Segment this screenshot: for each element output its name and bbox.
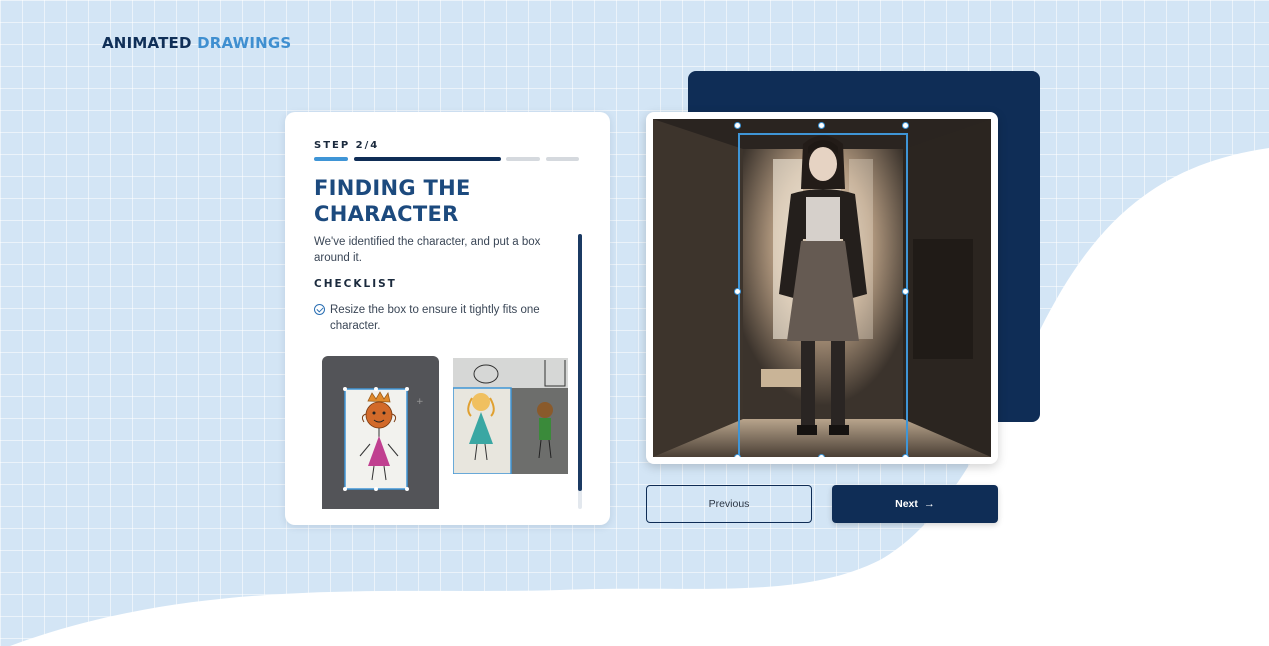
progress-segment-1 (314, 157, 348, 161)
brand-logo-part2: DRAWINGS (197, 34, 292, 52)
previous-button[interactable]: Previous (646, 485, 812, 523)
brand-logo[interactable]: ANIMATED DRAWINGS (102, 34, 291, 52)
resize-handle-top-left[interactable] (734, 122, 741, 129)
step-progress-bar (314, 157, 579, 161)
scrollbar-thumb[interactable] (578, 234, 582, 491)
checklist-item: Resize the box to ensure it tightly fits… (314, 302, 554, 334)
image-frame (646, 112, 998, 464)
next-button-label: Next (895, 498, 918, 510)
resize-handle-bottom[interactable] (818, 454, 825, 457)
checklist-item-text: Resize the box to ensure it tightly fits… (330, 304, 540, 332)
progress-segment-3 (506, 157, 540, 161)
check-circle-icon (314, 304, 325, 315)
progress-segment-4 (546, 157, 579, 161)
example-image-crowned-figure: + (322, 356, 439, 509)
resize-handle-bottom-left[interactable] (734, 454, 741, 457)
resize-handle-left[interactable] (734, 288, 741, 295)
character-bounding-box[interactable] (738, 133, 908, 457)
svg-text:+: + (416, 397, 424, 407)
previous-button-label: Previous (708, 498, 750, 510)
resize-handle-top[interactable] (818, 122, 825, 129)
arrow-right-icon: → (923, 498, 935, 510)
brand-logo-part1: ANIMATED (102, 34, 192, 52)
resize-handle-top-right[interactable] (902, 122, 909, 129)
step-panel: STEP 2/4 FINDING THE CHARACTER We've ide… (285, 112, 610, 525)
page-title: FINDING THE CHARACTER (314, 176, 471, 226)
character-image (653, 119, 991, 457)
step-label: STEP 2/4 (314, 140, 380, 151)
next-button[interactable]: Next → (832, 485, 998, 523)
step-description: We've identified the character, and put … (314, 236, 541, 264)
step-content-scroll[interactable]: We've identified the character, and put … (314, 234, 586, 509)
example-image-multiple-characters (453, 358, 568, 474)
resize-handle-right[interactable] (902, 288, 909, 295)
resize-handle-bottom-right[interactable] (902, 454, 909, 457)
background-wave (10, 148, 1269, 646)
checklist-heading: CHECKLIST (314, 278, 397, 290)
progress-segment-2 (354, 157, 501, 161)
